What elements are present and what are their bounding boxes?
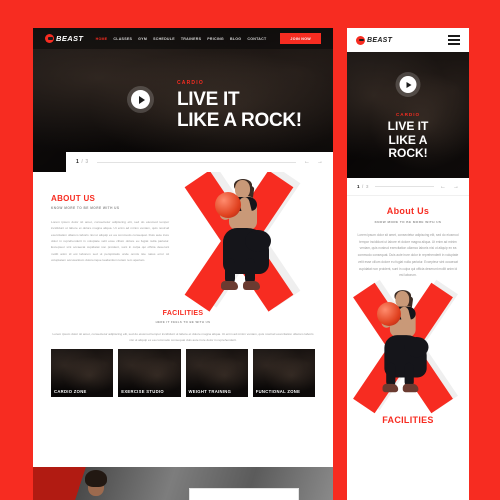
mobile-about-section: About Us KNOW MORE TO BE MORE WITH US Lo… xyxy=(347,196,469,279)
mobile-about-body: Lorem ipsum dolor sit amet, consectetur … xyxy=(357,233,459,278)
facilities-title: FACILITIES xyxy=(162,310,204,317)
medicine-ball xyxy=(215,192,242,218)
athlete-squat-image xyxy=(215,179,277,296)
facility-card[interactable]: WEIGHT TRAINING xyxy=(185,349,248,398)
bottom-content-card xyxy=(189,488,299,500)
arrow-left-icon[interactable]: ← xyxy=(304,159,310,165)
about-text-column: ABOUT US KNOW MORE TO BE MORE WITH US Lo… xyxy=(51,188,169,300)
facility-card[interactable]: CARDIO ZONE xyxy=(51,349,114,398)
about-subtitle: KNOW MORE TO BE MORE WITH US xyxy=(51,206,120,210)
mobile-hero-headline-line2: LIKE A xyxy=(388,132,428,147)
mobile-slider-controls: 1 / 3 ← → xyxy=(347,178,469,196)
join-now-button[interactable]: JOIN NOW xyxy=(280,33,321,44)
slider-current: 1 xyxy=(76,159,80,165)
mobile-hero-kicker: CARDIO xyxy=(395,112,421,117)
slider-separator: / xyxy=(81,159,84,165)
nav-item-classes[interactable]: CLASSES xyxy=(113,37,132,41)
mobile-mockup: BEAST CARDIO LIVE IT LIKE A ROCK! 1 / 3 … xyxy=(347,28,469,500)
nav-item-contact[interactable]: CONTACT xyxy=(247,37,266,41)
facilities-body: Lorem ipsum dolor sit amet, consectetur … xyxy=(52,332,314,343)
play-icon xyxy=(138,95,145,104)
mobile-header: BEAST xyxy=(347,28,469,52)
arrow-right-icon[interactable]: → xyxy=(317,159,323,165)
mobile-about-title: About Us xyxy=(386,206,430,216)
hero-play-button[interactable] xyxy=(131,90,150,109)
mobile-logo[interactable]: BEAST xyxy=(356,35,393,45)
athlete-squat-image xyxy=(377,290,434,398)
mobile-slider-separator: / xyxy=(362,184,364,189)
desktop-header: BEAST HOME CLASSES GYM SCHEDULE TRAINERS… xyxy=(33,28,333,49)
facilities-card-grid: CARDIO ZONE EXERCISE STUDIO WEIGHT TRAIN… xyxy=(33,343,333,398)
mobile-hero-headline-line1: LIVE IT xyxy=(387,119,429,133)
mobile-slider-track[interactable] xyxy=(374,186,434,187)
mobile-slider-arrows: ← → xyxy=(440,184,459,190)
mobile-about-subtitle: KNOW MORE TO BE MORE WITH US xyxy=(374,220,442,224)
slider-total: 3 xyxy=(85,159,89,165)
hero-headline-line2: LIKE A ROCK! xyxy=(177,110,302,132)
mobile-hero: CARDIO LIVE IT LIKE A ROCK! xyxy=(347,52,469,178)
mobile-slider-total: 3 xyxy=(365,184,369,189)
nav-item-pricing[interactable]: PRICING xyxy=(207,37,224,41)
about-body: Lorem ipsum dolor sit amet, consectetur … xyxy=(51,220,170,262)
facility-card-label: CARDIO ZONE xyxy=(54,389,87,395)
slider-track[interactable] xyxy=(96,161,296,163)
slider-arrows: ← → xyxy=(304,159,323,165)
primary-nav: HOME CLASSES GYM SCHEDULE TRAINERS PRICI… xyxy=(96,33,321,44)
about-title: ABOUT US xyxy=(51,194,96,203)
desktop-about-section: ABOUT US KNOW MORE TO BE MORE WITH US Lo… xyxy=(33,172,333,306)
facility-card[interactable]: FUNCTIONAL ZONE xyxy=(252,349,315,398)
mobile-logo-text: BEAST xyxy=(367,36,393,44)
desktop-facilities-section: FACILITIES HERE IT FEELS TO BE WITH US L… xyxy=(33,306,333,343)
facility-card-label: EXERCISE STUDIO xyxy=(121,389,164,395)
bottom-person-image xyxy=(81,470,111,500)
hero-headline-line1: LIVE IT xyxy=(177,89,240,110)
facility-card[interactable]: EXERCISE STUDIO xyxy=(118,349,181,398)
mobile-hero-play-button[interactable] xyxy=(399,76,417,93)
nav-item-home[interactable]: HOME xyxy=(96,37,108,41)
nav-item-gym[interactable]: GYM xyxy=(138,37,147,41)
about-graphic xyxy=(177,174,315,300)
beast-logo-icon xyxy=(45,34,54,43)
slider-pager: 1 / 3 xyxy=(76,159,89,165)
facility-card-label: FUNCTIONAL ZONE xyxy=(255,389,301,395)
desktop-bottom-section xyxy=(33,467,333,500)
mobile-hero-copy: CARDIO LIVE IT LIKE A ROCK! xyxy=(347,112,469,161)
hero-kicker: CARDIO xyxy=(177,80,204,86)
desktop-hero: BEAST HOME CLASSES GYM SCHEDULE TRAINERS… xyxy=(33,28,333,172)
hero-slider-controls: 1 / 3 ← → xyxy=(66,152,333,172)
hero-copy: CARDIO LIVE IT LIKE A ROCK! xyxy=(177,80,302,132)
medicine-ball xyxy=(377,302,401,326)
beast-logo-icon xyxy=(356,35,365,45)
mobile-slider-pager: 1 / 3 xyxy=(357,184,369,189)
facilities-subtitle: HERE IT FEELS TO BE WITH US xyxy=(155,320,211,324)
nav-item-schedule[interactable]: SCHEDULE xyxy=(153,37,175,41)
logo-text: BEAST xyxy=(56,34,84,43)
mobile-slider-current: 1 xyxy=(357,184,361,189)
arrow-right-icon[interactable]: → xyxy=(453,184,459,190)
mobile-hero-headline-line3: ROCK! xyxy=(388,146,428,161)
mobile-about-graphic xyxy=(347,287,469,403)
hamburger-menu-icon[interactable] xyxy=(448,35,460,45)
facility-card-label: WEIGHT TRAINING xyxy=(188,389,232,395)
nav-item-trainers[interactable]: TRAINERS xyxy=(181,37,201,41)
play-icon xyxy=(406,81,412,88)
arrow-left-icon[interactable]: ← xyxy=(440,184,446,190)
desktop-mockup: BEAST HOME CLASSES GYM SCHEDULE TRAINERS… xyxy=(33,28,333,500)
nav-item-blog[interactable]: BLOG xyxy=(230,37,241,41)
mobile-facilities-title: FACILITIES xyxy=(382,415,434,426)
logo[interactable]: BEAST xyxy=(45,34,83,43)
